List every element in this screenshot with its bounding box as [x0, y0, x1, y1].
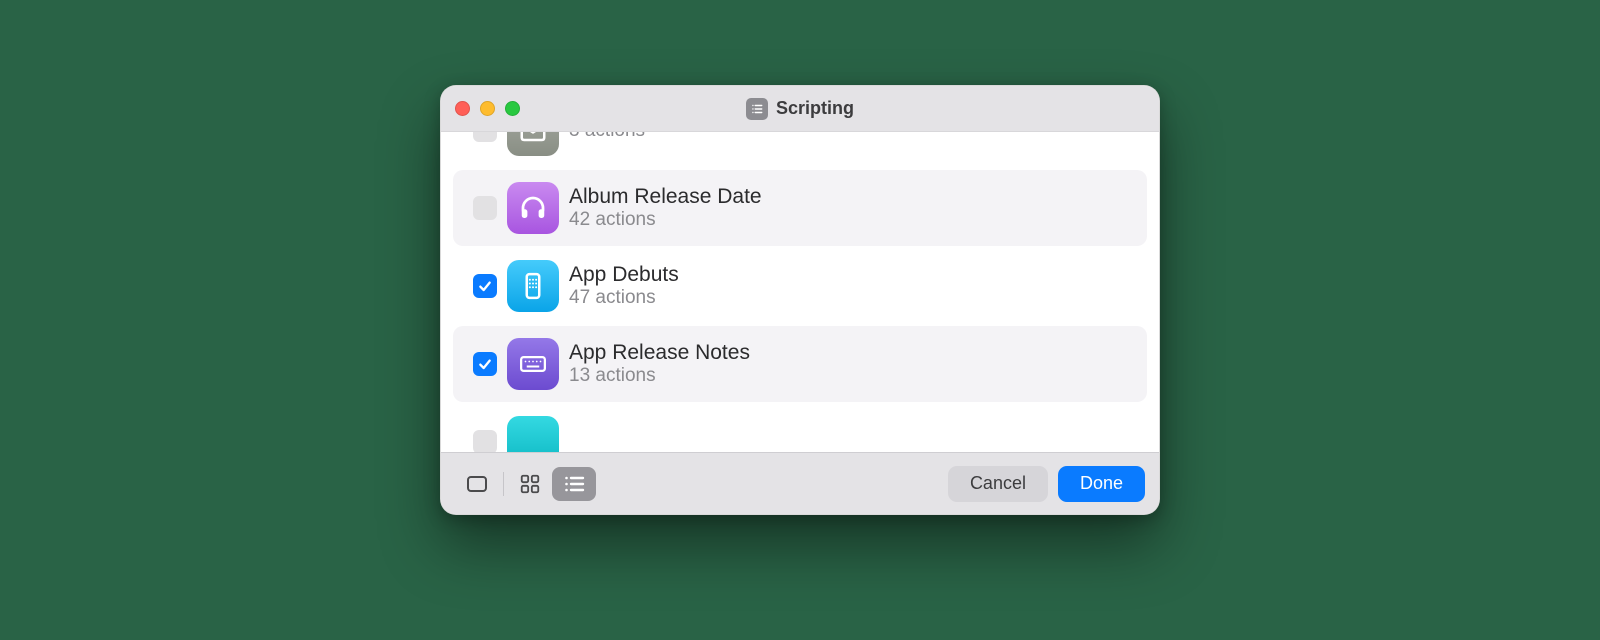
- window-title: Scripting: [776, 98, 854, 119]
- checkbox[interactable]: [473, 132, 497, 142]
- list-item-title: App Release Notes: [569, 341, 750, 364]
- scripting-window: Scripting 3 actions: [440, 85, 1160, 515]
- phone-icon: [507, 260, 559, 312]
- checkbox[interactable]: [473, 352, 497, 376]
- list-item-subtitle: 13 actions: [569, 366, 750, 387]
- shortcut-list[interactable]: 3 actions Album Release Date 42 actions: [441, 132, 1159, 452]
- done-button[interactable]: Done: [1058, 466, 1145, 502]
- zoom-window-button[interactable]: [505, 101, 520, 116]
- close-window-button[interactable]: [455, 101, 470, 116]
- headphones-icon: [507, 182, 559, 234]
- cancel-button[interactable]: Cancel: [948, 466, 1048, 502]
- list-item-labels: App Release Notes 13 actions: [569, 341, 750, 387]
- list-item-subtitle: 42 actions: [569, 210, 762, 231]
- traffic-lights: [455, 101, 520, 116]
- app-icon: [507, 416, 559, 452]
- separator: [503, 472, 504, 496]
- list-icon: [746, 98, 768, 120]
- list-item-labels: Album Release Date 42 actions: [569, 185, 762, 231]
- list-item[interactable]: App Release Notes 13 actions: [453, 326, 1147, 402]
- list-item-labels: 3 actions: [569, 132, 645, 141]
- keyboard-icon: [507, 338, 559, 390]
- window-title-group: Scripting: [746, 98, 854, 120]
- titlebar: Scripting: [441, 86, 1159, 132]
- list-item-title: Album Release Date: [569, 185, 762, 208]
- list-item-subtitle: 47 actions: [569, 288, 679, 309]
- list-item[interactable]: 3 actions: [453, 132, 1147, 168]
- list-item[interactable]: Album Release Date 42 actions: [453, 170, 1147, 246]
- view-grid-button[interactable]: [508, 467, 552, 501]
- view-list-button[interactable]: [552, 467, 596, 501]
- list-item-title: App Debuts: [569, 263, 679, 286]
- list-item-labels: App Debuts 47 actions: [569, 263, 679, 309]
- list-item-subtitle: 3 actions: [569, 132, 645, 141]
- checkbox[interactable]: [473, 196, 497, 220]
- checkbox[interactable]: [473, 430, 497, 452]
- footer-toolbar: Cancel Done: [441, 452, 1159, 514]
- minimize-window-button[interactable]: [480, 101, 495, 116]
- list-item[interactable]: App Debuts 47 actions: [453, 248, 1147, 324]
- view-mode-group: [455, 467, 596, 501]
- list-item[interactable]: [453, 404, 1147, 452]
- app-icon: [507, 132, 559, 156]
- checkbox[interactable]: [473, 274, 497, 298]
- view-single-button[interactable]: [455, 467, 499, 501]
